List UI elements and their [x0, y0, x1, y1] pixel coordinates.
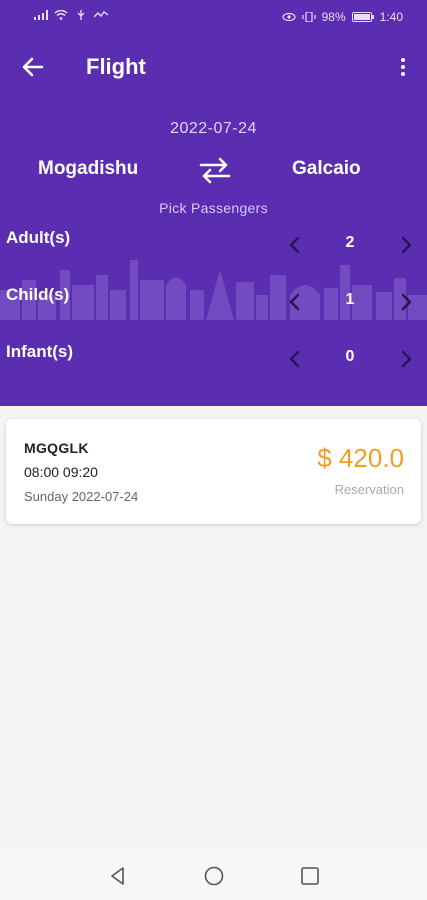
destination-city[interactable]: Galcaio	[292, 158, 361, 180]
passenger-count: 1	[345, 291, 355, 308]
decrement-adults-button[interactable]	[284, 232, 304, 258]
passenger-label: Adult(s)	[6, 228, 71, 247]
increment-adults-button[interactable]	[397, 232, 417, 258]
wifi-icon	[54, 10, 68, 20]
system-nav-bar	[0, 852, 427, 900]
chevron-left-icon	[289, 236, 300, 254]
nav-recents-icon[interactable]	[298, 864, 322, 888]
origin-city[interactable]: Mogadishu	[38, 158, 138, 180]
usb-icon	[77, 10, 85, 20]
more-dot	[401, 72, 405, 76]
passenger-row-adults: Adult(s) 2	[0, 228, 427, 268]
decrement-infants-button[interactable]	[284, 346, 304, 372]
flight-code: MGQGLK	[24, 440, 89, 456]
battery-percent: 98%	[321, 10, 346, 24]
flight-date: Sunday 2022-07-24	[24, 489, 139, 504]
flight-result-card[interactable]: MGQGLK 08:00 09:20 Sunday 2022-07-24 $ 4…	[6, 419, 421, 524]
chevron-right-icon	[401, 236, 412, 254]
chevron-right-icon	[401, 293, 412, 311]
travel-date[interactable]: 2022-07-24	[0, 120, 427, 138]
overflow-menu-button[interactable]	[391, 52, 415, 82]
more-vertical-icon	[401, 58, 405, 62]
eye-icon	[282, 12, 296, 22]
pick-passengers-label: Pick Passengers	[159, 200, 268, 216]
swap-arrows-icon	[199, 157, 231, 184]
passenger-row-infants: Infant(s) 0	[0, 342, 427, 382]
passenger-label: Child(s)	[6, 285, 70, 304]
arrow-left-icon	[22, 57, 44, 77]
fare-type-label: Reservation	[334, 482, 404, 497]
chevron-left-icon	[289, 350, 300, 368]
more-dot	[401, 65, 405, 69]
app-bar: Flight	[0, 34, 427, 100]
flight-times: 08:00 09:20	[24, 464, 98, 480]
signal-icon	[34, 10, 48, 20]
search-header: 2022-07-24 Mogadishu Galcaio Pick Passen…	[0, 100, 427, 406]
nav-back-icon[interactable]	[106, 864, 130, 888]
swap-cities-button[interactable]	[198, 156, 232, 184]
vibrate-icon	[302, 12, 316, 22]
page-title: Flight	[86, 54, 146, 79]
increment-infants-button[interactable]	[397, 346, 417, 372]
chevron-left-icon	[289, 293, 300, 311]
passenger-count: 0	[345, 348, 355, 365]
increment-children-button[interactable]	[397, 289, 417, 315]
passenger-row-children: Child(s) 1	[0, 285, 427, 325]
status-left-icons	[34, 10, 108, 20]
passenger-label: Infant(s)	[6, 342, 74, 361]
status-right-icons: 98% 1:40	[282, 10, 403, 24]
chevron-right-icon	[401, 350, 412, 368]
nav-home-icon[interactable]	[202, 864, 226, 888]
activity-icon	[94, 11, 108, 18]
status-bar: 98% 1:40	[0, 0, 427, 34]
back-button[interactable]	[18, 52, 48, 82]
decrement-children-button[interactable]	[284, 289, 304, 315]
clock: 1:40	[379, 10, 403, 24]
passenger-count: 2	[345, 234, 355, 251]
flight-price: $ 420.0	[317, 443, 404, 473]
battery-icon	[351, 12, 374, 22]
